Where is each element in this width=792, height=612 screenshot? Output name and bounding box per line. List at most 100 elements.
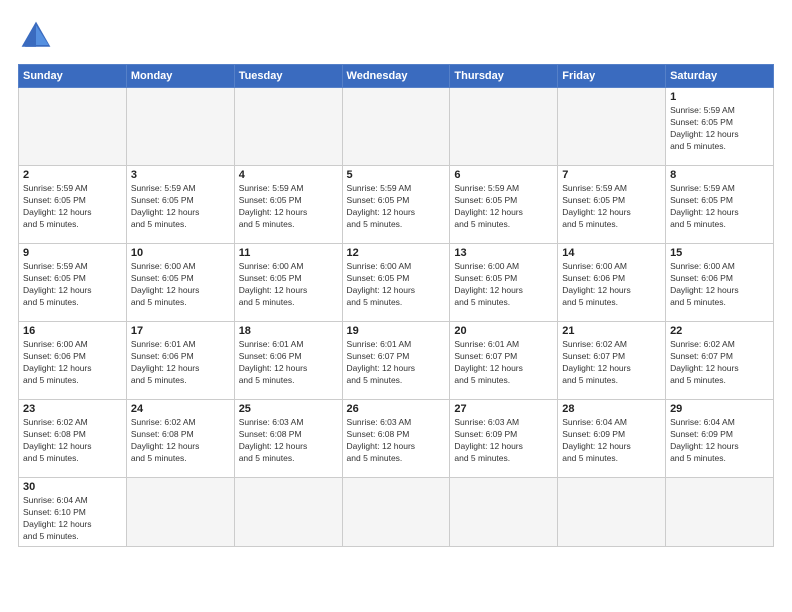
calendar-cell: 11 Sunrise: 6:00 AMSunset: 6:05 PMDayligh…	[234, 244, 342, 322]
calendar-cell	[126, 88, 234, 166]
calendar-cell: 16 Sunrise: 6:00 AMSunset: 6:06 PMDayligh…	[19, 322, 127, 400]
calendar-cell: 13 Sunrise: 6:00 AMSunset: 6:05 PMDayligh…	[450, 244, 558, 322]
day-info: Sunrise: 6:00 AMSunset: 6:06 PMDaylight:…	[670, 261, 769, 309]
day-info: Sunrise: 5:59 AMSunset: 6:05 PMDaylight:…	[131, 183, 230, 231]
day-info: Sunrise: 6:02 AMSunset: 6:08 PMDaylight:…	[131, 417, 230, 465]
weekday-header-tuesday: Tuesday	[234, 65, 342, 88]
day-info: Sunrise: 6:01 AMSunset: 6:07 PMDaylight:…	[454, 339, 553, 387]
day-info: Sunrise: 5:59 AMSunset: 6:05 PMDaylight:…	[670, 105, 769, 153]
day-number: 10	[131, 247, 230, 259]
page: SundayMondayTuesdayWednesdayThursdayFrid…	[0, 0, 792, 612]
calendar-cell	[342, 88, 450, 166]
calendar-cell: 23 Sunrise: 6:02 AMSunset: 6:08 PMDayligh…	[19, 400, 127, 478]
calendar-cell	[450, 88, 558, 166]
day-number: 16	[23, 325, 122, 337]
day-number: 26	[347, 403, 446, 415]
weekday-header-row: SundayMondayTuesdayWednesdayThursdayFrid…	[19, 65, 774, 88]
calendar-cell	[342, 478, 450, 547]
day-info: Sunrise: 5:59 AMSunset: 6:05 PMDaylight:…	[23, 183, 122, 231]
calendar-cell: 17Sunrise: 6:01 AMSunset: 6:06 PMDayligh…	[126, 322, 234, 400]
day-number: 19	[347, 325, 446, 337]
day-number: 9	[23, 247, 122, 259]
day-number: 30	[23, 481, 122, 493]
day-info: Sunrise: 6:03 AMSunset: 6:08 PMDaylight:…	[347, 417, 446, 465]
logo	[18, 18, 58, 54]
day-info: Sunrise: 6:00 AMSunset: 6:05 PMDaylight:…	[454, 261, 553, 309]
day-info: Sunrise: 5:59 AMSunset: 6:05 PMDaylight:…	[239, 183, 338, 231]
weekday-header-monday: Monday	[126, 65, 234, 88]
day-number: 27	[454, 403, 553, 415]
day-number: 24	[131, 403, 230, 415]
weekday-header-sunday: Sunday	[19, 65, 127, 88]
calendar-cell: 22Sunrise: 6:02 AMSunset: 6:07 PMDayligh…	[666, 322, 774, 400]
day-number: 20	[454, 325, 553, 337]
calendar-cell: 28 Sunrise: 6:04 AMSunset: 6:09 PMDayligh…	[558, 400, 666, 478]
day-number: 25	[239, 403, 338, 415]
day-info: Sunrise: 6:04 AMSunset: 6:09 PMDaylight:…	[562, 417, 661, 465]
day-number: 3	[131, 169, 230, 181]
calendar-cell: 15 Sunrise: 6:00 AMSunset: 6:06 PMDayligh…	[666, 244, 774, 322]
calendar-cell: 12 Sunrise: 6:00 AMSunset: 6:05 PMDayligh…	[342, 244, 450, 322]
calendar-cell: 1 Sunrise: 5:59 AMSunset: 6:05 PMDaylight…	[666, 88, 774, 166]
week-row-2: 9 Sunrise: 5:59 AMSunset: 6:05 PMDaylight…	[19, 244, 774, 322]
weekday-header-saturday: Saturday	[666, 65, 774, 88]
calendar-cell	[19, 88, 127, 166]
day-number: 8	[670, 169, 769, 181]
day-info: Sunrise: 5:59 AMSunset: 6:05 PMDaylight:…	[23, 261, 122, 309]
day-number: 14	[562, 247, 661, 259]
logo-icon	[18, 18, 54, 54]
calendar-cell: 26 Sunrise: 6:03 AMSunset: 6:08 PMDayligh…	[342, 400, 450, 478]
day-number: 13	[454, 247, 553, 259]
day-number: 1	[670, 91, 769, 103]
day-info: Sunrise: 5:59 AMSunset: 6:05 PMDaylight:…	[562, 183, 661, 231]
day-number: 7	[562, 169, 661, 181]
header	[18, 18, 774, 54]
calendar-cell: 14 Sunrise: 6:00 AMSunset: 6:06 PMDayligh…	[558, 244, 666, 322]
week-row-1: 2 Sunrise: 5:59 AMSunset: 6:05 PMDaylight…	[19, 166, 774, 244]
day-info: Sunrise: 6:00 AMSunset: 6:05 PMDaylight:…	[239, 261, 338, 309]
calendar-cell: 27 Sunrise: 6:03 AMSunset: 6:09 PMDayligh…	[450, 400, 558, 478]
day-info: Sunrise: 5:59 AMSunset: 6:05 PMDaylight:…	[670, 183, 769, 231]
day-number: 17	[131, 325, 230, 337]
day-info: Sunrise: 6:00 AMSunset: 6:05 PMDaylight:…	[131, 261, 230, 309]
calendar-cell: 29 Sunrise: 6:04 AMSunset: 6:09 PMDayligh…	[666, 400, 774, 478]
day-info: Sunrise: 6:02 AMSunset: 6:07 PMDaylight:…	[670, 339, 769, 387]
day-number: 2	[23, 169, 122, 181]
day-info: Sunrise: 6:00 AMSunset: 6:06 PMDaylight:…	[23, 339, 122, 387]
day-info: Sunrise: 5:59 AMSunset: 6:05 PMDaylight:…	[454, 183, 553, 231]
week-row-5: 30 Sunrise: 6:04 AMSunset: 6:10 PMDayligh…	[19, 478, 774, 547]
day-number: 12	[347, 247, 446, 259]
day-number: 28	[562, 403, 661, 415]
day-info: Sunrise: 6:03 AMSunset: 6:09 PMDaylight:…	[454, 417, 553, 465]
day-number: 18	[239, 325, 338, 337]
day-info: Sunrise: 6:02 AMSunset: 6:08 PMDaylight:…	[23, 417, 122, 465]
calendar-cell: 21 Sunrise: 6:02 AMSunset: 6:07 PMDayligh…	[558, 322, 666, 400]
day-number: 23	[23, 403, 122, 415]
calendar-cell: 2 Sunrise: 5:59 AMSunset: 6:05 PMDaylight…	[19, 166, 127, 244]
calendar-cell: 6Sunrise: 5:59 AMSunset: 6:05 PMDaylight…	[450, 166, 558, 244]
calendar-cell	[666, 478, 774, 547]
day-info: Sunrise: 6:04 AMSunset: 6:10 PMDaylight:…	[23, 495, 122, 543]
calendar-cell	[558, 88, 666, 166]
week-row-3: 16 Sunrise: 6:00 AMSunset: 6:06 PMDayligh…	[19, 322, 774, 400]
day-info: Sunrise: 6:02 AMSunset: 6:07 PMDaylight:…	[562, 339, 661, 387]
calendar-cell	[450, 478, 558, 547]
day-number: 29	[670, 403, 769, 415]
day-info: Sunrise: 6:00 AMSunset: 6:06 PMDaylight:…	[562, 261, 661, 309]
day-info: Sunrise: 6:01 AMSunset: 6:07 PMDaylight:…	[347, 339, 446, 387]
calendar-cell	[234, 88, 342, 166]
calendar-cell	[234, 478, 342, 547]
day-number: 4	[239, 169, 338, 181]
weekday-header-thursday: Thursday	[450, 65, 558, 88]
day-info: Sunrise: 6:04 AMSunset: 6:09 PMDaylight:…	[670, 417, 769, 465]
week-row-4: 23 Sunrise: 6:02 AMSunset: 6:08 PMDayligh…	[19, 400, 774, 478]
day-info: Sunrise: 6:00 AMSunset: 6:05 PMDaylight:…	[347, 261, 446, 309]
calendar-cell: 30 Sunrise: 6:04 AMSunset: 6:10 PMDayligh…	[19, 478, 127, 547]
day-number: 21	[562, 325, 661, 337]
calendar-cell: 9 Sunrise: 5:59 AMSunset: 6:05 PMDaylight…	[19, 244, 127, 322]
calendar-cell: 8 Sunrise: 5:59 AMSunset: 6:05 PMDaylight…	[666, 166, 774, 244]
day-number: 15	[670, 247, 769, 259]
calendar-cell: 18Sunrise: 6:01 AMSunset: 6:06 PMDayligh…	[234, 322, 342, 400]
day-info: Sunrise: 5:59 AMSunset: 6:05 PMDaylight:…	[347, 183, 446, 231]
day-number: 11	[239, 247, 338, 259]
